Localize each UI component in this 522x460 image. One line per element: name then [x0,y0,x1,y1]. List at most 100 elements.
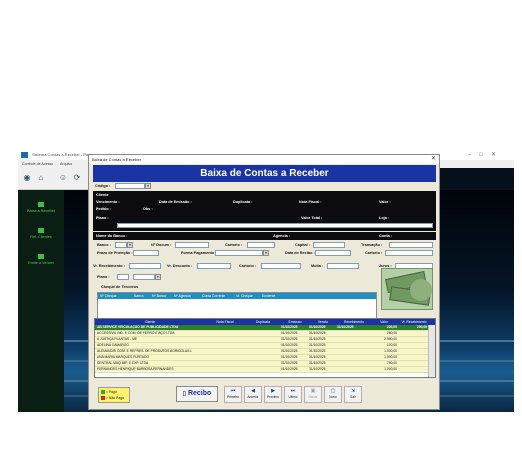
plano-label: Plano : [96,216,109,220]
cartorio3-input[interactable] [261,263,301,269]
salvar-button[interactable]: ▣ Salvar [304,386,322,403]
novo-label: Novo [329,395,337,399]
loja-label: Loja : [379,216,390,220]
chevron-down-icon[interactable]: ▾ [127,242,133,248]
prev-icon: ◀ [251,388,255,394]
anterior-label: Anterior [247,395,259,399]
dialog-title: Baixa de Contas a Receber [92,157,141,162]
col-conta-corrente: Conta Corrente [202,294,226,298]
cell-cliente: ANA MARIA MARQUES FURTADO [97,355,149,359]
cartorio2-label: Cartorio : [365,251,383,255]
cell-cliente: ADELINA CAMARGO [97,343,129,347]
chevron-down-icon[interactable]: ▾ [155,274,161,280]
primeiro-button[interactable]: ⏮ Primeiro [224,386,242,403]
plano2-select[interactable] [133,274,155,280]
banco-panel: Nome do Banco : Agencia : Conta : [93,232,436,240]
cell-vencto: 31/10/2025 [309,343,326,347]
users-icon[interactable]: ☺ [58,173,68,183]
cell-vr-receb: 200,00 [416,325,427,329]
cell-vencto: 31/10/2025 [309,331,326,335]
cliente-label: Cliente [96,193,109,197]
forma-pagamento-select[interactable] [215,250,263,256]
sidebar-item-baixa-receber[interactable]: Baixa a Receber [18,202,64,213]
codigo-label: Código : [95,184,111,188]
ultimo-button[interactable]: ⏭ Ultimo [284,386,302,403]
maximize-button[interactable]: □ [479,152,491,158]
app-title: Sistema Contas a Receber - Pagar [32,152,95,157]
cartorio-input[interactable] [247,242,275,248]
transacao-input[interactable] [389,242,433,248]
cell-valor: 200,00 [386,325,397,329]
menu-controle-acesso[interactable]: Controle de Acesso [22,162,53,166]
proximo-label: Proximo [267,395,279,399]
cartorio2-input[interactable] [385,250,433,256]
sidebar-item-emitir-vencer[interactable]: Emitir à Vencer [18,254,64,265]
cell-valor: 1.000,00 [384,367,397,371]
cartorio-label: Cartorio : [225,243,243,247]
exit-icon: ⇲ [350,388,356,394]
chevron-down-icon[interactable]: ▾ [145,183,151,189]
anterior-button[interactable]: ◀ Anterior [244,386,262,403]
prazo-protesto-input[interactable] [133,250,159,256]
cell-emissao: 01/10/2025 [281,355,298,359]
codigo-input[interactable] [115,183,145,189]
minimize-button[interactable]: – [468,152,479,158]
table-scrollbar[interactable] [428,325,435,377]
cliente-panel: Cliente Vencimento : Data de Emissão : D… [93,191,436,231]
menu-arquivo[interactable]: Arquivo [60,162,72,166]
sidebar-item-rel-clientes[interactable]: Rel. Clientes [18,228,64,239]
plano2-label: Plano : [97,275,110,279]
cell-valor: 2.980,00 [384,337,397,341]
new-document-icon: ▢ [330,388,336,394]
obs-label: Obs : [143,207,153,211]
recibo-label: Recibo [187,390,212,397]
cell-cliente: FERNANDES HENRIQUE BARBOSA FERNANDES [97,367,174,371]
sair-button[interactable]: ⇲ Sair [344,386,362,403]
app-logo-icon [21,152,28,158]
receivables-table[interactable]: Cliente Nota Fiscal Duplicata Emissao Ve… [94,318,436,378]
vr-desconto-input[interactable] [197,263,231,269]
transacao-label: Transação : [361,243,383,247]
cell-valor: 1.000,00 [384,349,397,353]
refresh-icon[interactable]: ⟳ [72,173,82,183]
window-controls[interactable]: –□✕ [468,150,504,160]
nome-banco-label: Nome do Banco : [96,234,128,238]
n-docum-input[interactable] [175,242,209,248]
cell-emissao: 01/10/2025 [281,367,298,371]
col-n-agencia: Nº Agencia [174,294,191,298]
cheques-table[interactable]: Nº Cheque Banco Nº Banco Nº Agencia Cont… [97,292,377,320]
recibo-button[interactable]: ▯ Recibo [176,386,218,402]
capital-label: Capital : [295,243,310,247]
capital-input[interactable] [313,242,345,248]
vr-recebimento-input[interactable] [129,263,161,269]
close-app-button[interactable]: ✕ [491,152,504,158]
last-icon: ⏭ [290,388,296,394]
cell-emissao: 01/10/2025 [281,343,298,347]
calendar-icon [38,254,44,259]
cell-vencto: 31/10/2025 [309,325,326,329]
cell-valor: 1.000,00 [384,355,397,359]
plano2-input[interactable] [117,274,129,280]
legend-pago: = Pago [101,390,117,395]
chevron-down-icon[interactable]: ▾ [263,250,269,256]
sidebar-item-label: Rel. Clientes [30,235,52,239]
forma-pagamento-label: Forma Pagamento : [181,251,217,255]
app-toolbar: ◉ ⌂ ☺ ⟳ [18,168,88,190]
pedido-label: Pedido : [96,207,111,211]
plano-display [117,223,433,228]
banco-input[interactable] [115,242,127,248]
cell-vencto: 31/10/2025 [309,367,326,371]
receipt-icon: ▯ [182,391,186,397]
table-row[interactable]: FERNANDES HENRIQUE BARBOSA FERNANDES 01/1… [95,367,429,373]
close-icon[interactable]: ✕ [431,155,436,164]
data-recibo-input[interactable] [315,250,351,256]
cheques-money-image [381,268,433,310]
home-icon[interactable]: ⌂ [36,173,46,183]
multa-input[interactable] [327,263,359,269]
proximo-button[interactable]: ▶ Proximo [264,386,282,403]
back-icon[interactable]: ◉ [22,173,32,183]
dialog-footer: = Pago = Não Pago ▯ Recibo ⏮ Primeiro ◀ An… [94,382,437,406]
sidebar-item-label: Emitir à Vencer [28,261,54,265]
novo-button[interactable]: ▢ Novo [324,386,342,403]
cell-emissao: 01/10/2025 [281,349,298,353]
